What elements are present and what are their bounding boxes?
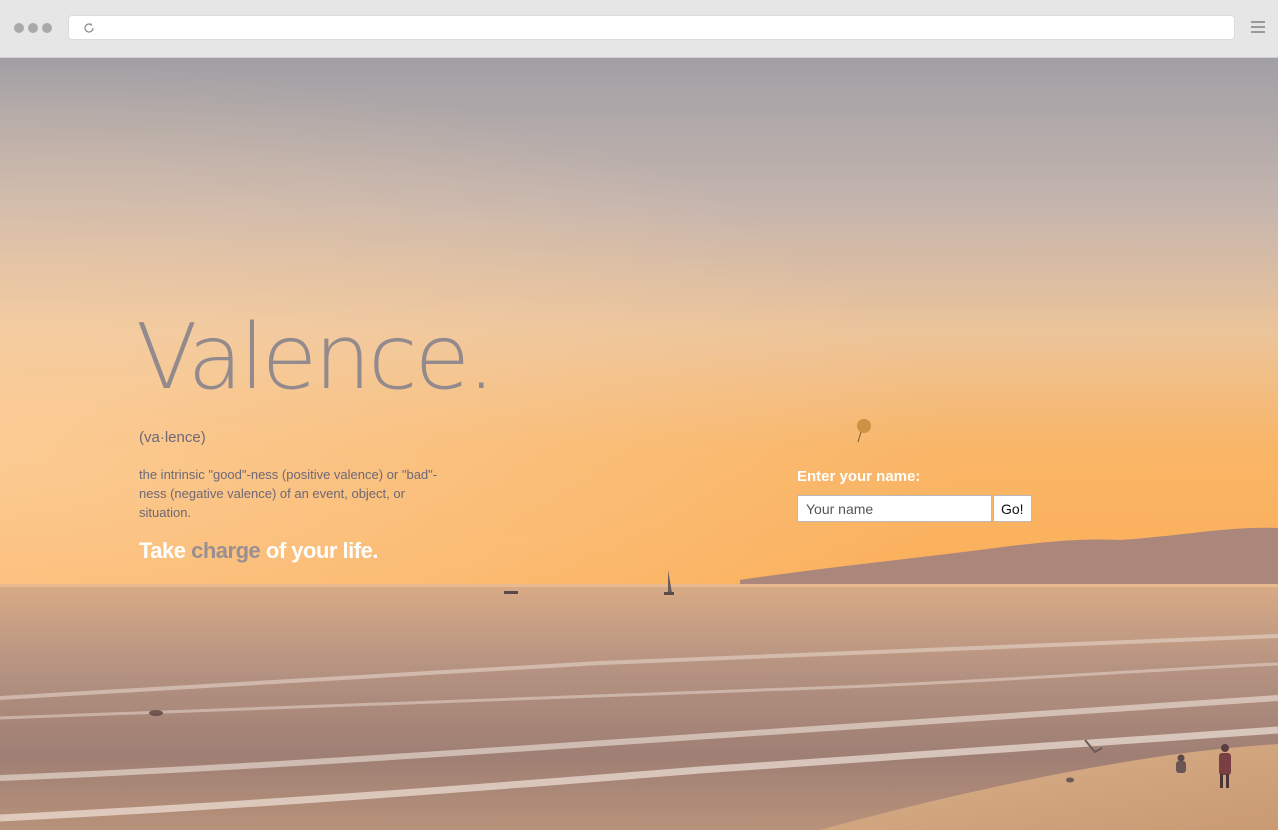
definition-text: the intrinsic "good"-ness (positive vale… (139, 467, 438, 520)
window-dot[interactable] (14, 23, 24, 33)
name-input-row: Go! (797, 495, 1032, 522)
browser-chrome (0, 0, 1278, 58)
tagline-part-2: of your life. (260, 538, 379, 563)
page-viewport: Valence. (va·lence) the intrinsic "good"… (0, 58, 1278, 830)
name-form: Enter your name: Go! (797, 468, 1032, 522)
name-input[interactable] (797, 495, 992, 522)
tagline: Take charge of your life. (139, 538, 378, 564)
address-bar[interactable] (68, 15, 1235, 40)
reload-icon[interactable] (83, 22, 95, 34)
hamburger-menu-icon[interactable] (1251, 20, 1265, 34)
go-button[interactable]: Go! (993, 495, 1032, 522)
window-dot[interactable] (28, 23, 38, 33)
name-label: Enter your name: (797, 468, 921, 485)
pronunciation: (va·lence) (139, 429, 206, 446)
window-controls[interactable] (14, 23, 52, 33)
tagline-accent: charge (191, 538, 261, 563)
hero-title: Valence. (136, 305, 496, 410)
tagline-part-1: Take (139, 538, 192, 563)
window-dot[interactable] (42, 23, 52, 33)
